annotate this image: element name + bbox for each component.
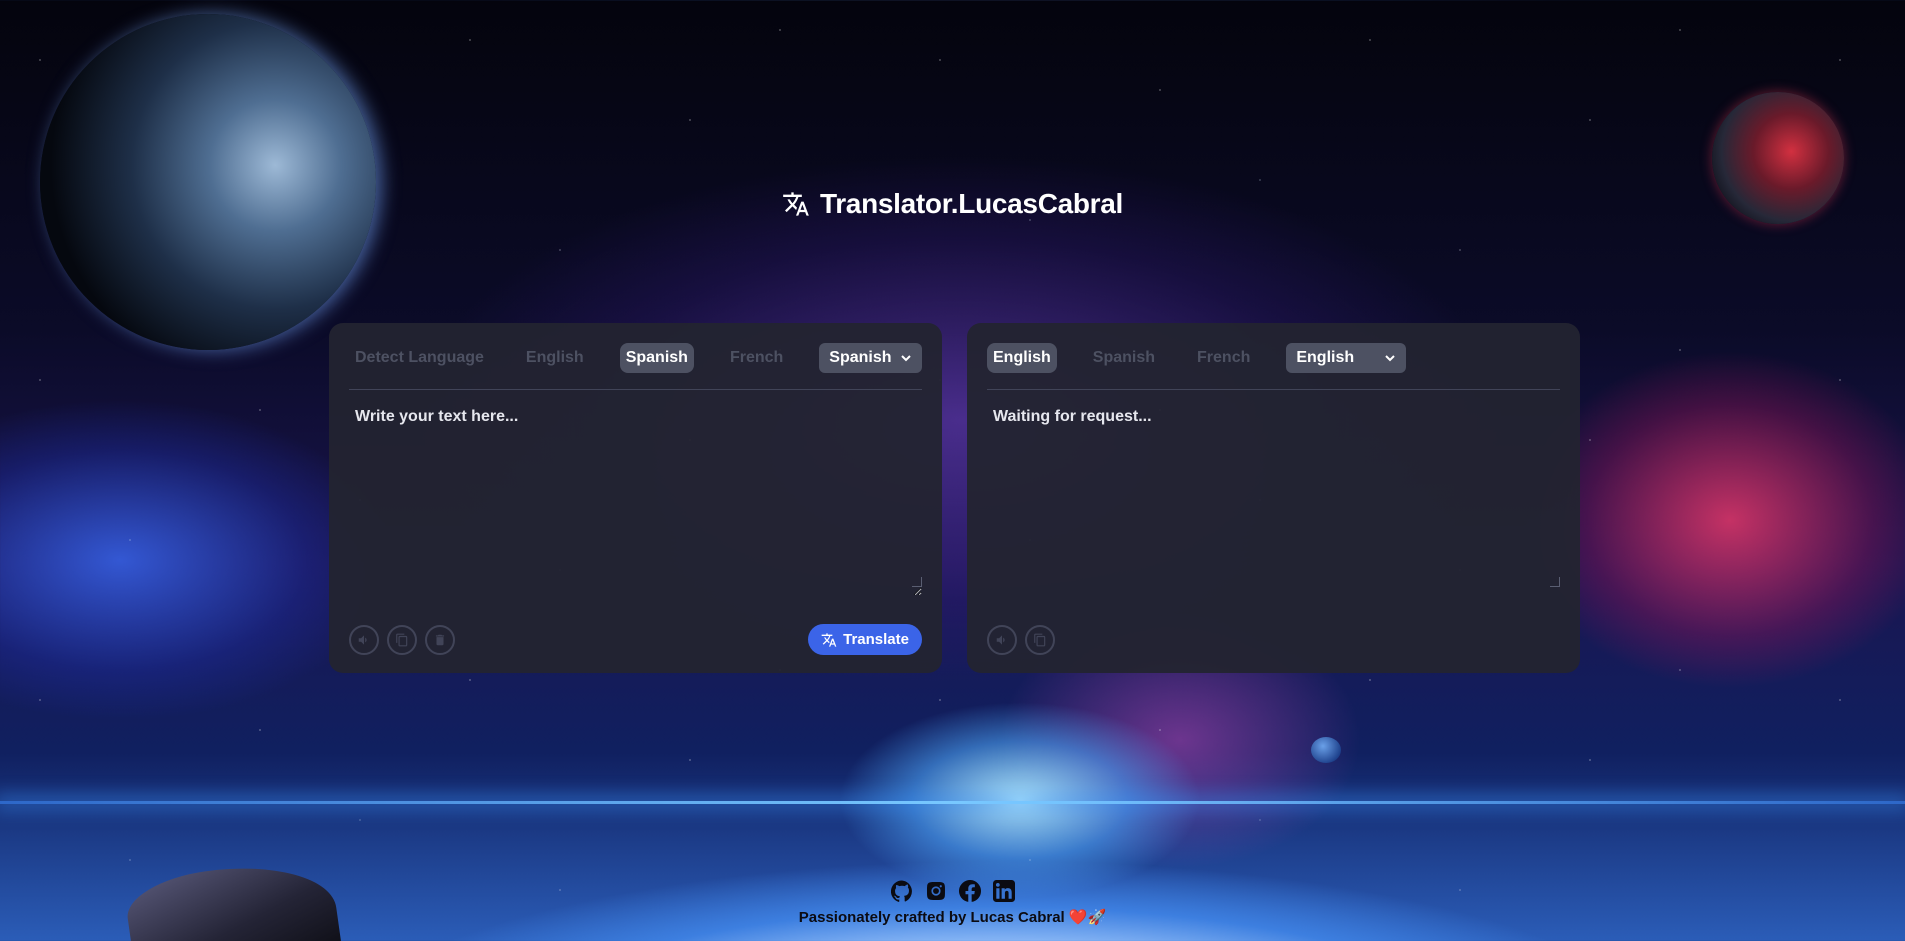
translation-output: Waiting for request...	[993, 408, 1152, 425]
source-actions: Translate	[349, 624, 922, 655]
resize-handle[interactable]	[1550, 577, 1560, 587]
earth-planet-image	[40, 14, 376, 350]
social-links	[0, 880, 1905, 902]
speaker-icon	[358, 634, 367, 645]
chevron-down-icon	[1385, 355, 1396, 362]
copy-icon	[1034, 633, 1046, 647]
target-panel: English Spanish French English Waiting f…	[967, 323, 1580, 673]
footer-credit: Passionately crafted by Lucas Cabral ❤️🚀	[798, 909, 1107, 926]
facebook-link[interactable]	[958, 880, 981, 902]
copy-icon	[396, 633, 408, 646]
source-language-bar: Detect Language English Spanish French S…	[349, 341, 922, 390]
small-moon-image	[1311, 737, 1341, 763]
source-text-input[interactable]	[349, 400, 922, 596]
source-lang-french[interactable]: French	[724, 343, 789, 373]
translate-icon	[783, 192, 809, 216]
github-icon	[890, 880, 912, 902]
speaker-icon	[996, 635, 1005, 645]
target-select-value: English	[1296, 349, 1355, 366]
source-lang-english[interactable]: English	[520, 343, 590, 373]
linkedin-icon	[992, 880, 1015, 902]
source-clear-button[interactable]	[425, 624, 455, 655]
github-link[interactable]	[890, 880, 913, 902]
target-lang-english[interactable]: English	[987, 343, 1057, 373]
horizon-glow	[0, 801, 1905, 804]
linkedin-link[interactable]	[992, 880, 1015, 902]
translate-icon	[821, 632, 837, 647]
site-footer: Passionately crafted by Lucas Cabral ❤️🚀	[0, 880, 1905, 926]
translate-button[interactable]: Translate	[808, 624, 922, 655]
target-speak-button[interactable]	[987, 625, 1017, 655]
source-language-select[interactable]: Spanish	[819, 343, 922, 373]
instagram-icon	[926, 882, 945, 900]
instagram-link[interactable]	[925, 880, 947, 902]
source-speak-button[interactable]	[349, 624, 379, 655]
facebook-icon	[958, 880, 981, 902]
translate-label: Translate	[843, 631, 909, 648]
source-panel: Detect Language English Spanish French S…	[329, 323, 942, 673]
source-copy-button[interactable]	[387, 624, 417, 655]
target-lang-french[interactable]: French	[1191, 343, 1256, 373]
source-select-value: Spanish	[829, 349, 892, 366]
target-lang-spanish[interactable]: Spanish	[1087, 343, 1161, 373]
source-lang-detect[interactable]: Detect Language	[349, 343, 490, 373]
target-language-bar: English Spanish French English	[987, 341, 1560, 390]
chevron-down-icon	[901, 355, 911, 362]
target-language-select[interactable]: English	[1286, 343, 1407, 373]
app-header: Translator.LucasCabral	[0, 188, 1905, 220]
target-copy-button[interactable]	[1025, 625, 1055, 655]
source-lang-spanish[interactable]: Spanish	[619, 343, 694, 373]
app-title: Translator.LucasCabral	[819, 188, 1124, 219]
trash-icon	[435, 634, 445, 645]
resize-handle[interactable]	[912, 577, 922, 587]
target-actions	[987, 625, 1560, 655]
